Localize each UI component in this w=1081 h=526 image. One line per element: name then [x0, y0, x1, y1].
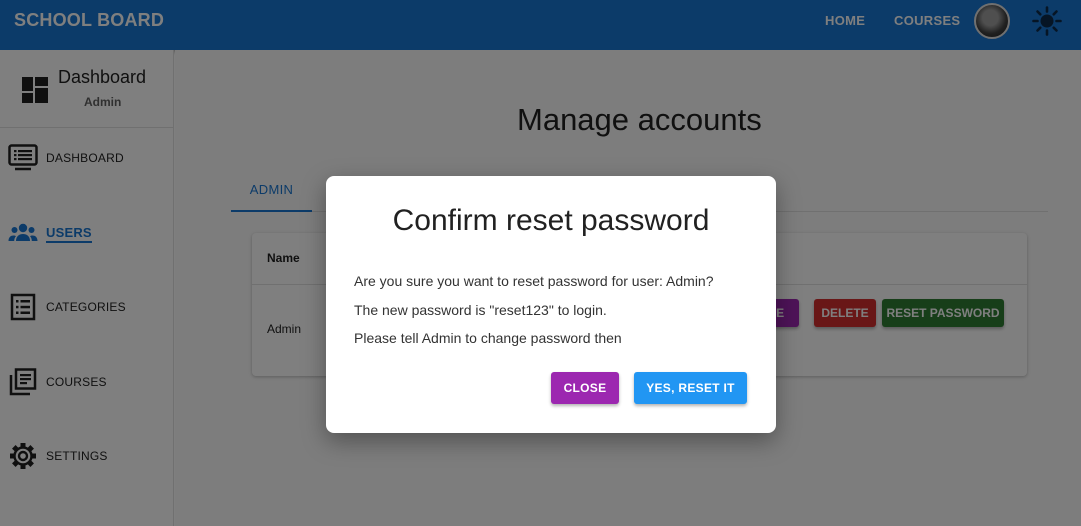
dialog-message: The new password is "reset123" to login. [354, 302, 607, 318]
dialog-title: Confirm reset password [392, 204, 710, 237]
confirm-reset-button[interactable]: YES, RESET IT [634, 372, 747, 404]
confirm-reset-dialog: Confirm reset password Are you sure you … [326, 176, 776, 433]
dialog-message: Are you sure you want to reset password … [354, 273, 714, 289]
dialog-message: Please tell Admin to change password the… [354, 330, 622, 346]
close-button[interactable]: CLOSE [551, 372, 619, 404]
